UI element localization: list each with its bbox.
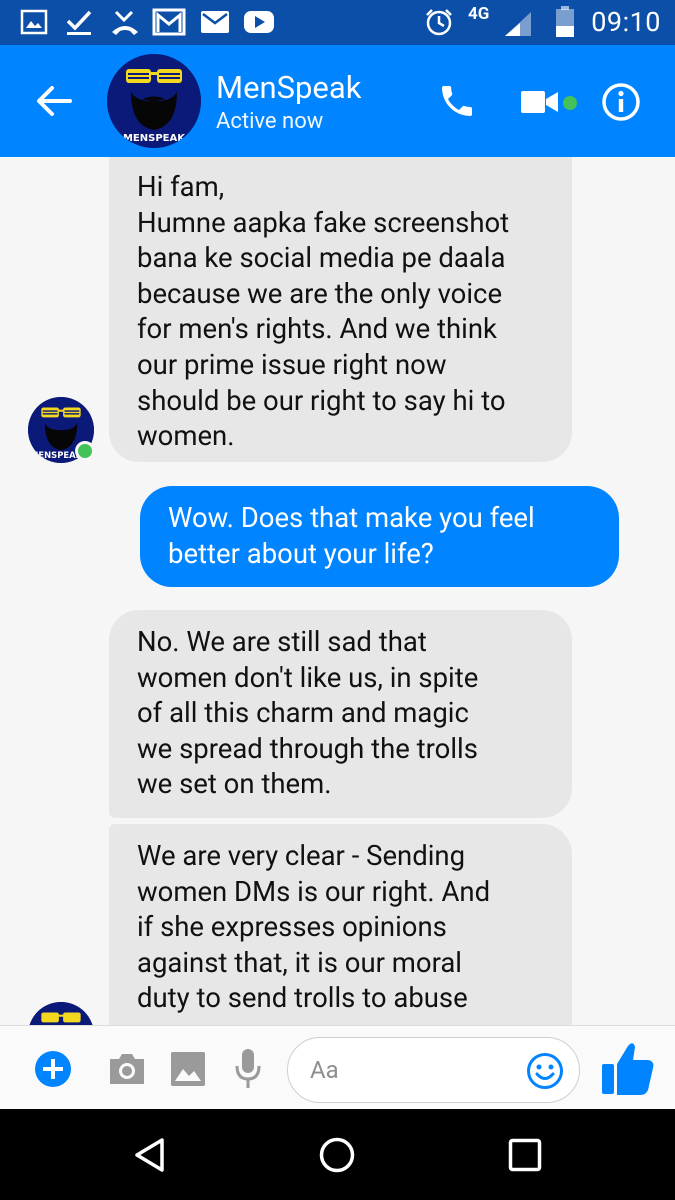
emoji-icon[interactable] [526, 1052, 564, 1090]
contact-avatar[interactable]: MENSPEAK [107, 54, 201, 148]
avatar-text: MENSPEAK [123, 133, 186, 144]
message-line: No. We are still sad that [137, 625, 427, 658]
message-input[interactable]: Aa [287, 1037, 580, 1103]
message-input-placeholder: Aa [310, 1056, 339, 1084]
message-line: we set on them. [137, 767, 332, 801]
message-line: duty to send trolls to abuse [137, 981, 468, 1015]
camera-icon[interactable] [107, 1051, 147, 1087]
add-icon[interactable] [34, 1050, 72, 1088]
youtube-icon [244, 11, 274, 33]
nav-back-icon[interactable] [133, 1137, 167, 1173]
menspeak-logo: MENSPEAK [107, 54, 201, 148]
checkmark-notification-icon [66, 10, 92, 35]
nav-home-icon[interactable] [319, 1137, 355, 1173]
gallery-icon[interactable] [170, 1051, 206, 1087]
message-line: Wow. Does that make you feel [168, 501, 535, 534]
signal-icon [505, 12, 531, 36]
image-notification-icon [20, 9, 48, 35]
message-line: We are very clear - Sending [137, 839, 466, 872]
clock: 09:10 [591, 6, 661, 38]
message-line: of all this charm and magic [137, 696, 469, 730]
menspeak-logo [29, 1002, 93, 1025]
message-line: because we are the only voice [137, 276, 503, 310]
sender-avatar[interactable] [28, 1002, 94, 1025]
message-line: we spread through the trolls [137, 731, 478, 765]
message-line: if she expresses opinions [137, 910, 447, 944]
message-line: against that, it is our moral [137, 945, 462, 979]
message-line: better about your life? [168, 536, 434, 570]
missed-call-icon [112, 10, 138, 35]
info-icon[interactable] [601, 82, 641, 122]
message-line: women don't like us, in spite [137, 660, 479, 694]
conversation-header: MENSPEAK MenSpeak Active now [0, 45, 675, 157]
message-line: for men's rights. And we think [137, 312, 497, 346]
back-arrow-icon[interactable] [34, 83, 72, 119]
system-nav-bar [0, 1109, 675, 1200]
nav-recents-icon[interactable] [508, 1138, 542, 1172]
microphone-icon[interactable] [234, 1048, 262, 1090]
video-online-dot [563, 96, 577, 110]
incoming-message[interactable]: No. We are still sad that women don't li… [109, 610, 572, 818]
presence-status: Active now [216, 109, 324, 134]
email-icon [201, 11, 229, 33]
online-indicator [75, 441, 95, 461]
compose-bar: Aa [0, 1025, 675, 1109]
gmail-icon [152, 8, 186, 36]
message-line: should be our right to say hi to [137, 383, 506, 417]
thumbs-up-icon[interactable] [600, 1040, 656, 1098]
video-camera-icon[interactable] [520, 87, 560, 117]
message-line: Humne aapka fake screenshot [137, 205, 510, 239]
incoming-message[interactable]: We are very clear - Sending women DMs is… [109, 824, 572, 1025]
outgoing-message[interactable]: Wow. Does that make you feel better abou… [140, 486, 619, 587]
message-line: our prime issue right now [137, 347, 447, 381]
network-type: 4G [468, 4, 490, 24]
message-line: Hi fam, [137, 170, 225, 203]
alarm-icon [426, 9, 452, 36]
message-line: women DMs is our right. And [137, 874, 491, 908]
phone-icon[interactable] [437, 81, 477, 121]
status-bar: 4G 09:10 [0, 0, 675, 45]
message-line: women. [137, 419, 235, 453]
message-line: bana ke social media pe daala [137, 241, 506, 275]
battery-icon [556, 6, 574, 37]
message-list[interactable]: Hi fam, Humne aapka fake screenshot bana… [0, 157, 675, 1025]
contact-name[interactable]: MenSpeak [216, 69, 361, 106]
incoming-message[interactable]: Hi fam, Humne aapka fake screenshot bana… [109, 157, 572, 462]
messenger-screen: 4G 09:10 MENSPEAK MenSpeak Active now Hi… [0, 0, 675, 1200]
